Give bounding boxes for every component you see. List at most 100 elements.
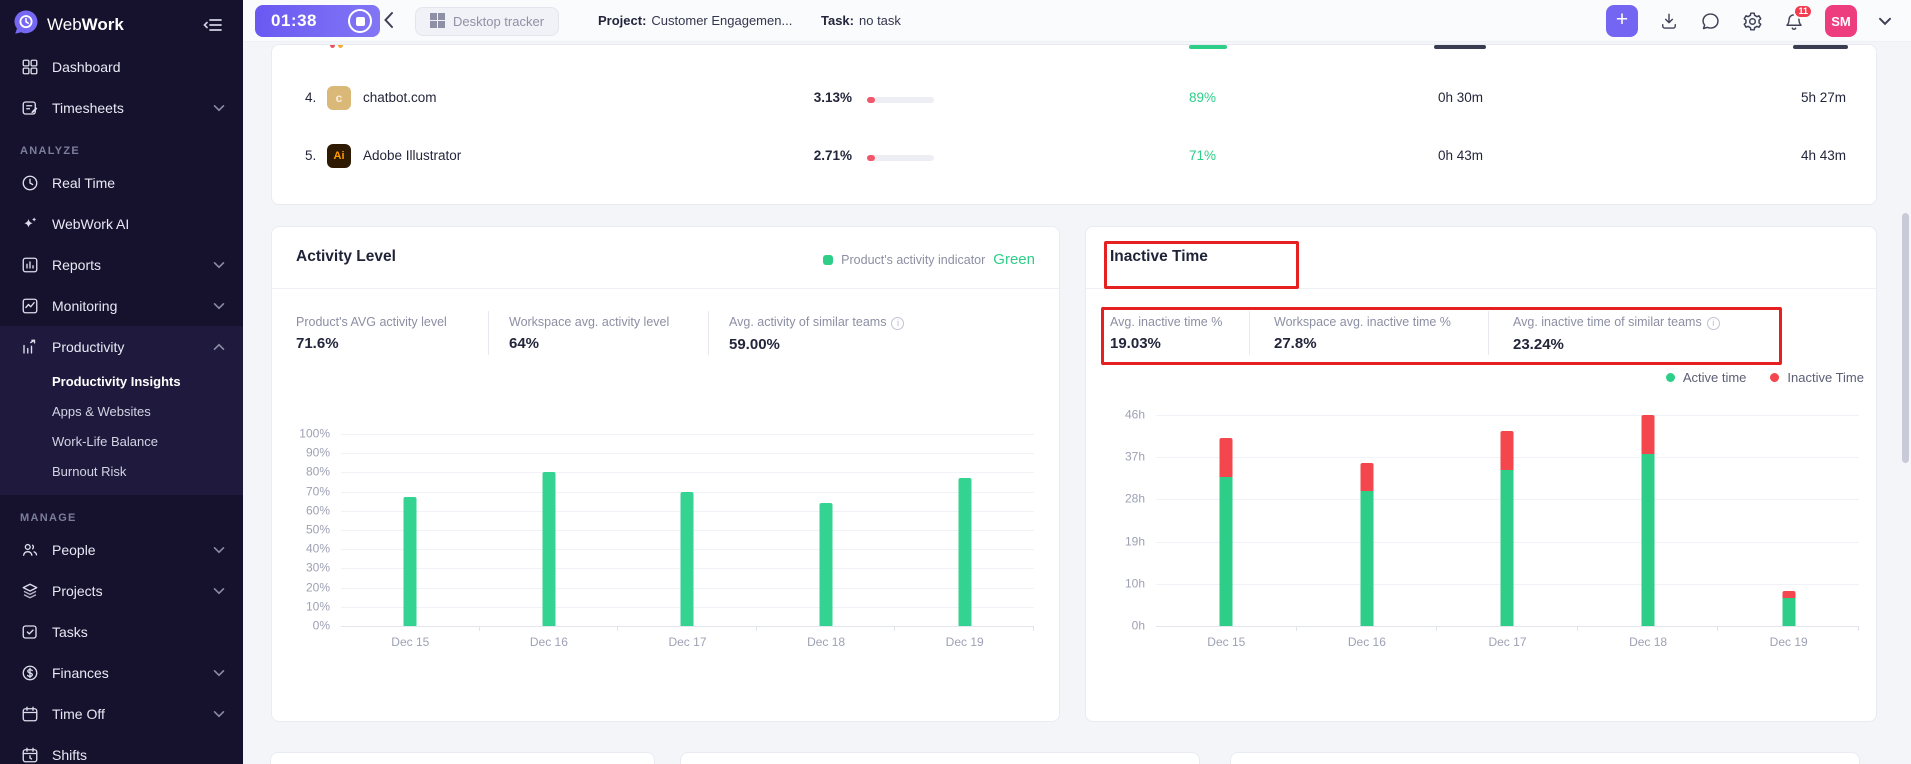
- windows-icon: [430, 13, 445, 31]
- card-stub: [1230, 752, 1860, 764]
- app-name: Adobe Illustrator: [363, 148, 461, 163]
- chevron-down-icon: [213, 710, 225, 718]
- people-icon: [20, 540, 40, 560]
- table-row[interactable]: 4. c chatbot.com 3.13% 89% 0h 30m 5h 27m: [272, 76, 1876, 122]
- sparkles-icon: [20, 214, 40, 234]
- sidebar-subitem-apps-websites[interactable]: Apps & Websites: [0, 397, 243, 427]
- info-icon[interactable]: i: [1707, 317, 1720, 330]
- monitoring-icon: [20, 296, 40, 316]
- sidebar-item-shifts[interactable]: Shifts: [0, 734, 243, 764]
- bell-icon[interactable]: 11: [1784, 11, 1804, 32]
- stat-value: 59.00%: [729, 336, 904, 353]
- avatar[interactable]: SM: [1825, 5, 1857, 37]
- sidebar-group-productivity: Productivity Productivity Insights Apps …: [0, 326, 243, 495]
- stat-workspace-avg-inactive: Workspace avg. inactive time % 27.8%: [1274, 315, 1451, 352]
- inactive-time-value: 0h 30m: [1438, 90, 1483, 105]
- legend-inactive-time: Inactive Time: [1770, 370, 1864, 385]
- sidebar-section-analyze: ANALYZE: [0, 128, 243, 162]
- activity-level-chart: 0%10%20%30%40%50%60%70%80%90%100%Dec 15D…: [341, 434, 1034, 626]
- task-label: Task:: [821, 13, 854, 28]
- add-button[interactable]: +: [1606, 5, 1638, 37]
- stat-label: Workspace avg. activity level: [509, 315, 669, 329]
- chevron-down-icon: [213, 302, 225, 310]
- back-chevron-icon[interactable]: [383, 11, 394, 34]
- chevron-down-icon: [213, 587, 225, 595]
- project-value: Customer Engagemen...: [651, 13, 792, 28]
- stat-value: 19.03%: [1110, 335, 1222, 352]
- vertical-scrollbar[interactable]: [1902, 213, 1909, 463]
- sidebar-item-finances[interactable]: Finances: [0, 652, 243, 693]
- sidebar-item-people[interactable]: People: [0, 529, 243, 570]
- sidebar-item-tasks[interactable]: Tasks: [0, 611, 243, 652]
- sidebar-item-label: Time Off: [52, 706, 105, 722]
- timer-widget[interactable]: 01:38: [255, 5, 380, 37]
- divider: [708, 311, 709, 355]
- card-title: Inactive Time: [1110, 248, 1208, 266]
- sidebar-item-projects[interactable]: Projects: [0, 570, 243, 611]
- info-icon[interactable]: i: [891, 317, 904, 330]
- chat-icon[interactable]: [1700, 11, 1721, 32]
- green-dot-icon: [1666, 373, 1675, 382]
- card-stub: [270, 752, 655, 764]
- sidebar-subitem-burnout-risk[interactable]: Burnout Risk: [0, 457, 243, 487]
- webwork-dashboard: WebWork Dashboard Timesheets ANALYZE Rea…: [0, 0, 1911, 764]
- chatbot-app-icon: c: [327, 86, 351, 110]
- sidebar-item-label: Real Time: [52, 175, 115, 191]
- stop-timer-button[interactable]: [348, 9, 372, 33]
- usage-percent: 3.13%: [772, 90, 852, 105]
- tasks-icon: [20, 622, 40, 642]
- top-bar: 01:38 Desktop tracker Project:Customer E…: [243, 0, 1911, 42]
- stat-label: Avg. inactive time %: [1110, 315, 1222, 329]
- sidebar-collapse-icon[interactable]: [203, 17, 223, 33]
- project-info[interactable]: Project:Customer Engagemen...: [598, 13, 792, 28]
- sidebar-item-monitoring[interactable]: Monitoring: [0, 285, 243, 326]
- sidebar-item-label: Dashboard: [52, 59, 121, 75]
- stat-label: Avg. activity of similar teamsi: [729, 315, 904, 330]
- sidebar-item-timesheets[interactable]: Timesheets: [0, 87, 243, 128]
- activity-percent: 89%: [1189, 90, 1216, 105]
- chevron-down-icon: [213, 104, 225, 112]
- usage-percent: 2.71%: [772, 148, 852, 163]
- desktop-tracker-label: Desktop tracker: [453, 14, 544, 29]
- notification-badge: 11: [1793, 4, 1813, 19]
- dashboard-icon: [20, 57, 40, 77]
- sidebar-item-time-off[interactable]: Time Off: [0, 693, 243, 734]
- gear-icon[interactable]: [1742, 11, 1763, 32]
- indicator-label: Product's activity indicator: [841, 253, 985, 267]
- table-row[interactable]: 5. Ai Adobe Illustrator 2.71% 71% 0h 43m…: [272, 134, 1876, 180]
- sidebar-item-webwork-ai[interactable]: WebWork AI: [0, 203, 243, 244]
- desktop-tracker-button[interactable]: Desktop tracker: [415, 7, 559, 36]
- sidebar-item-real-time[interactable]: Real Time: [0, 162, 243, 203]
- main-content: 4. c chatbot.com 3.13% 89% 0h 30m 5h 27m…: [243, 42, 1911, 764]
- sidebar-item-label: WebWork AI: [52, 216, 129, 232]
- sidebar-subitem-work-life-balance[interactable]: Work-Life Balance: [0, 427, 243, 457]
- sidebar-item-productivity[interactable]: Productivity: [0, 326, 243, 367]
- card-stub: [680, 752, 1200, 764]
- chevron-down-icon: [213, 546, 225, 554]
- sidebar-section-manage: MANAGE: [0, 495, 243, 529]
- divider: [1488, 311, 1489, 355]
- download-icon[interactable]: [1659, 11, 1679, 31]
- shifts-icon: [20, 745, 40, 764]
- sidebar-item-reports[interactable]: Reports: [0, 244, 243, 285]
- webwork-logo-icon: [13, 9, 39, 40]
- sidebar-item-label: Reports: [52, 257, 101, 273]
- sidebar-item-label: Timesheets: [52, 100, 124, 116]
- stat-avg-inactive-time: Avg. inactive time % 19.03%: [1110, 315, 1222, 352]
- sidebar-item-dashboard[interactable]: Dashboard: [0, 46, 243, 87]
- stat-label: Avg. inactive time of similar teamsi: [1513, 315, 1720, 330]
- projects-icon: [20, 581, 40, 601]
- sidebar-item-label: Projects: [52, 583, 103, 599]
- timesheets-icon: [20, 98, 40, 118]
- row-rank: 5.: [305, 148, 316, 163]
- webwork-logo[interactable]: WebWork: [13, 9, 124, 40]
- timer-value: 01:38: [271, 11, 317, 31]
- sidebar-item-label: Finances: [52, 665, 109, 681]
- sidebar-subitem-productivity-insights[interactable]: Productivity Insights: [0, 367, 243, 397]
- activity-percent: 71%: [1189, 148, 1216, 163]
- clock-icon: [20, 173, 40, 193]
- chevron-down-icon: [213, 669, 225, 677]
- sidebar-item-label: Monitoring: [52, 298, 117, 314]
- chevron-down-icon[interactable]: [1878, 17, 1892, 26]
- task-info[interactable]: Task:no task: [821, 13, 901, 28]
